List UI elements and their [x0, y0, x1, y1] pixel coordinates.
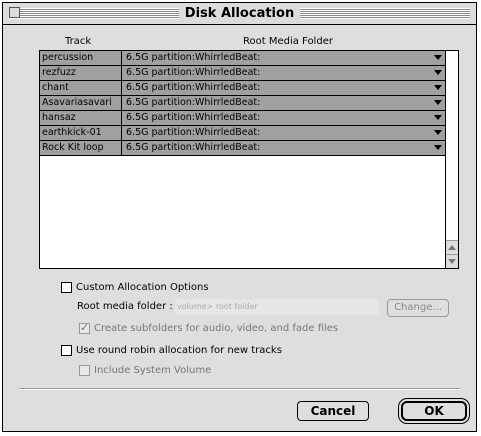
table-row[interactable]: chant 6.5G partition:WhirrledBeat:	[40, 81, 446, 96]
round-robin-label: Use round robin allocation for new track…	[76, 345, 282, 356]
custom-allocation-label: Custom Allocation Options	[76, 282, 209, 293]
root-media-folder-value: 6.5G partition:WhirrledBeat:	[126, 67, 261, 78]
round-robin-checkbox[interactable]	[61, 345, 72, 356]
table-row[interactable]: rezfuzz 6.5G partition:WhirrledBeat:	[40, 66, 446, 81]
track-name-cell: hansaz	[40, 111, 122, 125]
track-name-cell: rezfuzz	[40, 66, 122, 80]
table-row[interactable]: earthkick-01 6.5G partition:WhirrledBeat:	[40, 126, 446, 141]
window-title: Disk Allocation	[178, 5, 301, 22]
root-media-folder-popup[interactable]: 6.5G partition:WhirrledBeat:	[122, 141, 446, 155]
root-media-folder-popup[interactable]: 6.5G partition:WhirrledBeat:	[122, 126, 446, 140]
title-bar[interactable]: Disk Allocation	[3, 3, 476, 25]
column-header-root-media-folder: Root Media Folder	[243, 36, 333, 47]
checkmark-icon: ✓	[80, 321, 90, 334]
root-media-folder-value: 6.5G partition:WhirrledBeat:	[126, 112, 261, 123]
track-name-cell: Asavariasavari	[40, 96, 122, 110]
popup-arrow-icon	[434, 100, 442, 105]
root-media-folder-popup[interactable]: 6.5G partition:WhirrledBeat:	[122, 66, 446, 80]
root-media-folder-value: 6.5G partition:WhirrledBeat:	[126, 52, 261, 63]
change-button[interactable]: Change...	[387, 299, 449, 317]
root-media-folder-value: 6.5G partition:WhirrledBeat:	[126, 127, 261, 138]
root-media-folder-value: 6.5G partition:WhirrledBeat:	[126, 142, 261, 153]
root-media-folder-label: Root media folder :	[77, 301, 173, 312]
table-row[interactable]: Asavariasavari 6.5G partition:WhirrledBea…	[40, 96, 446, 111]
popup-arrow-icon	[434, 85, 442, 90]
custom-allocation-checkbox[interactable]	[61, 282, 72, 293]
vertical-scrollbar[interactable]	[445, 51, 458, 268]
column-header-track: Track	[65, 36, 92, 47]
scroll-down-button[interactable]	[446, 254, 458, 268]
cancel-button[interactable]: Cancel	[297, 401, 369, 421]
scroll-up-button[interactable]	[446, 240, 458, 254]
arrow-up-icon	[448, 245, 456, 250]
create-subfolders-label: Create subfolders for audio, video, and …	[94, 323, 339, 334]
disk-allocation-dialog: Disk Allocation Track Root Media Folder …	[2, 2, 477, 432]
root-media-folder-value: 6.5G partition:WhirrledBeat:	[126, 97, 261, 108]
arrow-down-icon	[448, 259, 456, 264]
root-media-folder-popup[interactable]: 6.5G partition:WhirrledBeat:	[122, 81, 446, 95]
table-row[interactable]: percussion 6.5G partition:WhirrledBeat:	[40, 51, 446, 66]
table-row[interactable]: Rock Kit loop 6.5G partition:WhirrledBeat…	[40, 141, 446, 156]
ok-button[interactable]: OK	[401, 401, 467, 421]
close-box[interactable]	[9, 7, 20, 18]
table-row[interactable]: hansaz 6.5G partition:WhirrledBeat:	[40, 111, 446, 126]
divider	[19, 388, 460, 390]
include-system-volume-checkbox[interactable]	[79, 365, 90, 376]
popup-arrow-icon	[434, 130, 442, 135]
root-media-folder-value: 6.5G partition:WhirrledBeat:	[126, 82, 261, 93]
create-subfolders-checkbox[interactable]: ✓	[79, 321, 90, 334]
track-name-cell: percussion	[40, 51, 122, 65]
root-media-folder-popup[interactable]: 6.5G partition:WhirrledBeat:	[122, 51, 446, 65]
table-rows: percussion 6.5G partition:WhirrledBeat: re…	[40, 51, 446, 156]
popup-arrow-icon	[434, 70, 442, 75]
popup-arrow-icon	[434, 55, 442, 60]
track-name-cell: earthkick-01	[40, 126, 122, 140]
track-name-cell: Rock Kit loop	[40, 141, 122, 155]
popup-arrow-icon	[434, 115, 442, 120]
include-system-volume-label: Include System Volume	[94, 365, 212, 376]
root-media-folder-popup[interactable]: 6.5G partition:WhirrledBeat:	[122, 96, 446, 110]
track-name-cell: chant	[40, 81, 122, 95]
root-media-folder-field: volume> root folder	[175, 299, 379, 315]
track-allocation-table: percussion 6.5G partition:WhirrledBeat: re…	[39, 50, 459, 269]
popup-arrow-icon	[434, 145, 442, 150]
root-media-folder-popup[interactable]: 6.5G partition:WhirrledBeat:	[122, 111, 446, 125]
